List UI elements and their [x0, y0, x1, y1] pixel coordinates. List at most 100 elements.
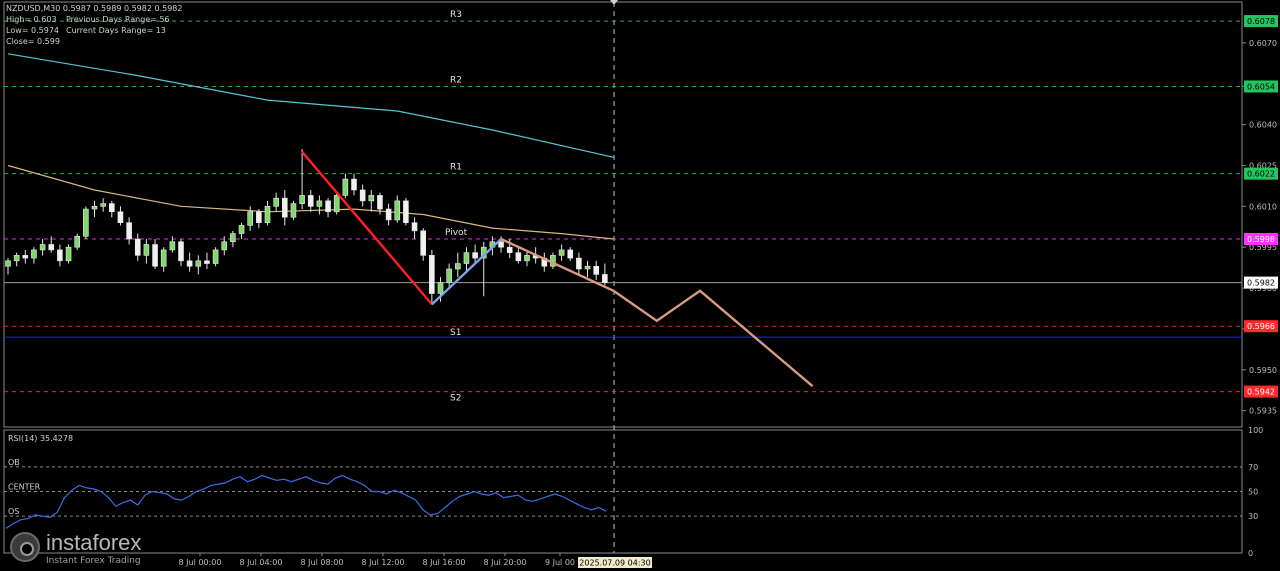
- candle-body: [195, 260, 202, 267]
- candle: [420, 228, 427, 261]
- candle: [515, 247, 522, 264]
- candle: [195, 255, 202, 275]
- candle: [368, 189, 375, 212]
- candle-body: [368, 195, 375, 202]
- candle: [31, 247, 37, 264]
- close-value: Close= 0.599: [6, 37, 60, 46]
- candle: [290, 200, 297, 220]
- candle-body: [359, 189, 366, 202]
- level-price-label: 0.6078: [1247, 17, 1275, 26]
- candle: [359, 184, 366, 207]
- candle: [576, 252, 582, 275]
- candle: [160, 247, 167, 272]
- candle-body: [342, 178, 349, 196]
- candle: [454, 252, 461, 278]
- candle: [299, 149, 305, 210]
- candle: [22, 249, 29, 264]
- candle: [429, 249, 435, 305]
- rsi-zone-label-os: OS: [8, 507, 19, 516]
- candle: [91, 200, 98, 218]
- level-price-label: 0.6022: [1247, 170, 1275, 179]
- candle-body: [576, 257, 582, 270]
- candle: [178, 239, 184, 267]
- candle: [100, 198, 106, 212]
- candle-body: [515, 252, 522, 262]
- candle-body: [152, 244, 158, 267]
- candle-body: [178, 241, 184, 262]
- candle: [273, 192, 279, 212]
- wave-projection-line: [500, 237, 814, 388]
- main-panel-frame: [3, 1, 1243, 428]
- candle: [567, 247, 574, 261]
- candle: [264, 200, 271, 226]
- low-value: Low= 0.5974: [6, 26, 59, 35]
- symbol-info: NZDUSD,M30 0.5987 0.5989 0.5982 0.5982 H…: [6, 3, 182, 47]
- candle-body: [212, 249, 219, 264]
- previous-days-range: Previous Days Range= 56: [66, 15, 170, 24]
- candle: [204, 252, 210, 269]
- candle-body: [403, 200, 409, 223]
- candle-body: [31, 249, 37, 259]
- price-tick-label: 0.6070: [1249, 39, 1277, 48]
- candle-body: [394, 200, 401, 221]
- candle: [39, 239, 46, 256]
- rsi-tick-label: 100: [1248, 426, 1263, 435]
- candles: [5, 149, 608, 305]
- candle-body: [325, 200, 331, 213]
- candle-body: [593, 265, 600, 275]
- time-axis-label: 8 Jul 16:00: [423, 558, 466, 567]
- level-price-label: 0.6054: [1247, 82, 1275, 91]
- candle: [394, 195, 401, 223]
- candle-body: [13, 255, 20, 262]
- current-price-label: 0.5982: [1247, 279, 1275, 288]
- level-name-pivot: Pivot: [445, 228, 468, 238]
- time-axis-label: 8 Jul 08:00: [301, 558, 344, 567]
- time-axis-label: 8 Jul 20:00: [484, 558, 527, 567]
- candle-body: [524, 255, 530, 262]
- candle-body: [498, 241, 504, 248]
- candle-body: [411, 222, 418, 232]
- price-tick-label: 0.6040: [1249, 121, 1277, 130]
- level-name-r1: R1: [450, 163, 462, 173]
- level-price-label: 0.5966: [1247, 322, 1275, 331]
- candle-body: [385, 208, 392, 221]
- candle-body: [472, 252, 478, 259]
- candle-body: [238, 225, 245, 234]
- candle-body: [109, 203, 115, 213]
- candle-body: [126, 222, 132, 240]
- candle-body: [83, 208, 89, 237]
- candle-body: [134, 238, 141, 256]
- candle: [109, 200, 115, 218]
- candle: [65, 244, 72, 264]
- rsi-tick-label: 70: [1248, 463, 1258, 472]
- candle-body: [273, 197, 279, 207]
- candle-body: [39, 244, 46, 251]
- candle-body: [160, 249, 167, 267]
- candle-body: [5, 260, 11, 267]
- candle: [212, 247, 219, 267]
- candle-body: [316, 200, 323, 207]
- symbol-line: NZDUSD,M30 0.5987 0.5989 0.5982 0.5982: [6, 4, 183, 13]
- candle-body: [117, 211, 124, 223]
- candle-body: [463, 252, 470, 264]
- rsi-tick-label: 0: [1248, 549, 1253, 558]
- candle: [325, 198, 331, 218]
- candle: [256, 209, 262, 229]
- candle: [403, 198, 409, 226]
- rsi-zone-label-center: CENTER: [8, 483, 41, 492]
- candle-body: [247, 211, 253, 226]
- candle-body: [290, 203, 297, 218]
- level-price-label: 0.5942: [1247, 388, 1275, 397]
- instaforex-logo-icon: [10, 532, 40, 562]
- candle: [411, 217, 418, 240]
- candle-body: [420, 230, 427, 256]
- candle-body: [91, 206, 98, 210]
- candle-body: [264, 206, 271, 223]
- candle: [463, 247, 470, 272]
- candle-body: [446, 268, 452, 283]
- level-name-s2: S2: [450, 394, 461, 404]
- candle-body: [567, 249, 574, 259]
- high-value: High= 0.603: [6, 15, 57, 24]
- candle-body: [506, 246, 513, 253]
- rsi-tick-label: 50: [1248, 488, 1258, 497]
